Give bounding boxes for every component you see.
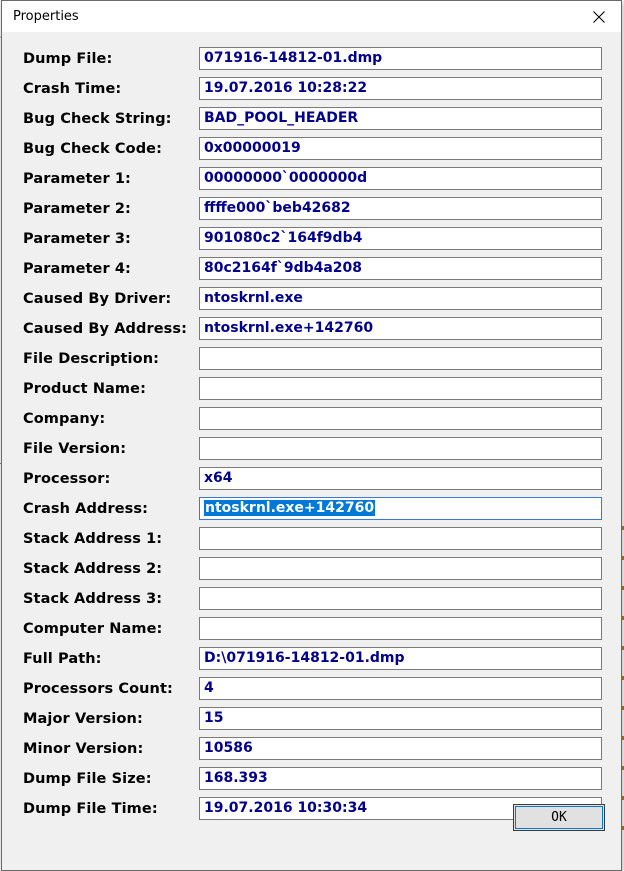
property-label: Parameter 2:	[23, 201, 131, 217]
property-row: Full Path: D:\071916-14812-01.dmp	[2, 646, 621, 676]
property-row: File Description:	[2, 346, 621, 376]
property-value-field[interactable]	[199, 527, 602, 550]
property-label: File Version:	[23, 441, 127, 457]
property-value-field[interactable]	[199, 407, 602, 430]
property-row: Parameter 2: ffffe000`beb42682	[2, 196, 621, 226]
property-row: Parameter 1: 00000000`0000000d	[2, 166, 621, 196]
property-value-field[interactable]: 00000000`0000000d	[199, 167, 602, 190]
property-label: Company:	[23, 411, 106, 427]
property-row: Stack Address 3:	[2, 586, 621, 616]
property-label: Parameter 1:	[23, 171, 131, 187]
property-value-field[interactable]: 168.393	[199, 767, 602, 790]
property-label: Caused By Driver:	[23, 291, 172, 307]
property-label: Parameter 3:	[23, 231, 131, 247]
property-value-field[interactable]	[199, 437, 602, 460]
property-label: Product Name:	[23, 381, 146, 397]
property-row: Crash Time: 19.07.2016 10:28:22	[2, 76, 621, 106]
close-icon	[593, 10, 605, 23]
property-row: File Version:	[2, 436, 621, 466]
property-value-field[interactable]: x64	[199, 467, 602, 490]
property-label: File Description:	[23, 351, 160, 367]
property-label: Bug Check String:	[23, 111, 172, 127]
property-value-field[interactable]	[199, 587, 602, 610]
property-label: Computer Name:	[23, 621, 163, 637]
property-label: Dump File Size:	[23, 771, 152, 787]
property-label: Full Path:	[23, 651, 102, 667]
property-row: Parameter 3: 901080c2`164f9db4	[2, 226, 621, 256]
property-label: Stack Address 2:	[23, 561, 163, 577]
property-row: Product Name:	[2, 376, 621, 406]
property-label: Stack Address 1:	[23, 531, 163, 547]
property-row: Processors Count: 4	[2, 676, 621, 706]
property-label: Caused By Address:	[23, 321, 188, 337]
property-row: Computer Name:	[2, 616, 621, 646]
property-row: Company:	[2, 406, 621, 436]
property-value-field[interactable]: 901080c2`164f9db4	[199, 227, 602, 250]
property-value-field[interactable]: 10586	[199, 737, 602, 760]
property-value-field[interactable]: 80c2164f`9db4a208	[199, 257, 602, 280]
property-label: Parameter 4:	[23, 261, 131, 277]
property-row: Parameter 4: 80c2164f`9db4a208	[2, 256, 621, 286]
property-value-field[interactable]: 19.07.2016 10:28:22	[199, 77, 602, 100]
property-value-field[interactable]: D:\071916-14812-01.dmp	[199, 647, 602, 670]
property-value-field[interactable]	[199, 377, 602, 400]
property-row: Major Version: 15	[2, 706, 621, 736]
property-row: Stack Address 1:	[2, 526, 621, 556]
close-button[interactable]	[577, 1, 621, 32]
dialog-titlebar[interactable]: Properties	[2, 1, 621, 32]
property-row: Crash Address: ntoskrnl.exe+142760	[2, 496, 621, 526]
property-value-field[interactable]: ntoskrnl.exe+142760	[199, 317, 602, 340]
property-label: Major Version:	[23, 711, 143, 727]
property-row: Stack Address 2:	[2, 556, 621, 586]
property-value-field[interactable]: BAD_POOL_HEADER	[199, 107, 602, 130]
property-row: Minor Version: 10586	[2, 736, 621, 766]
property-label: Crash Time:	[23, 81, 122, 97]
dialog-title: Properties	[13, 9, 79, 24]
property-row: Bug Check Code: 0x00000019	[2, 136, 621, 166]
property-label: Crash Address:	[23, 501, 149, 517]
property-value-field[interactable]: ntoskrnl.exe+142760	[199, 497, 602, 520]
property-value-field[interactable]: 4	[199, 677, 602, 700]
ok-button[interactable]: OK	[513, 804, 605, 831]
property-value-field[interactable]: ntoskrnl.exe	[199, 287, 602, 310]
property-value-field[interactable]: ffffe000`beb42682	[199, 197, 602, 220]
dialog-content: Dump File: 071916-14812-01.dmp Crash Time:…	[2, 32, 621, 870]
property-value-field[interactable]: 15	[199, 707, 602, 730]
property-label: Bug Check Code:	[23, 141, 163, 157]
property-label: Dump File Time:	[23, 801, 158, 817]
property-row: Caused By Driver: ntoskrnl.exe	[2, 286, 621, 316]
property-value-field[interactable]	[199, 557, 602, 580]
property-label: Processors Count:	[23, 681, 173, 697]
property-value-field[interactable]: 071916-14812-01.dmp	[199, 47, 602, 70]
property-row: Dump File: 071916-14812-01.dmp	[2, 46, 621, 76]
property-label: Minor Version:	[23, 741, 144, 757]
property-label: Processor:	[23, 471, 111, 487]
properties-dialog: Properties Dump File: 071916-14812-01.dmp…	[1, 0, 622, 871]
property-value-field[interactable]: 0x00000019	[199, 137, 602, 160]
property-row: Processor: x64	[2, 466, 621, 496]
property-label: Stack Address 3:	[23, 591, 163, 607]
property-label: Dump File:	[23, 51, 113, 67]
property-value-field[interactable]	[199, 617, 602, 640]
selected-text: ntoskrnl.exe+142760	[204, 500, 376, 516]
property-row: Dump File Size: 168.393	[2, 766, 621, 796]
property-value-field[interactable]	[199, 347, 602, 370]
property-row: Caused By Address: ntoskrnl.exe+142760	[2, 316, 621, 346]
property-row: Bug Check String: BAD_POOL_HEADER	[2, 106, 621, 136]
